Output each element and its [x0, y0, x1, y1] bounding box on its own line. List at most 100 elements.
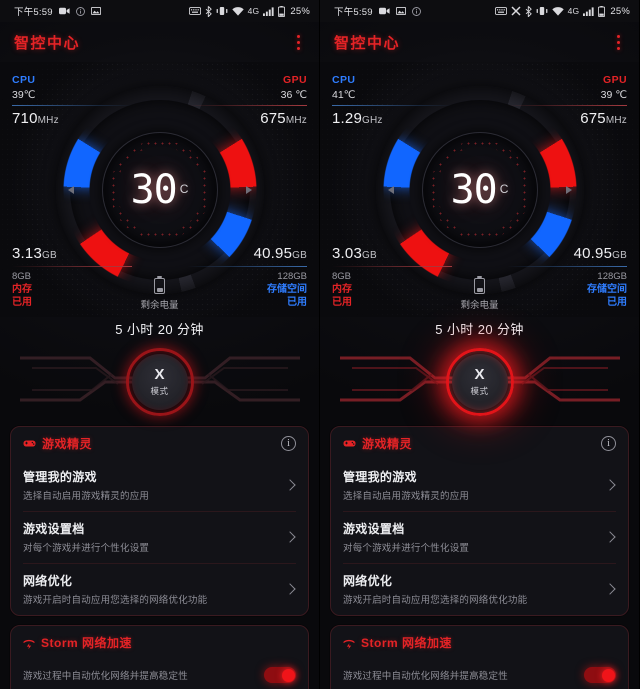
memory-used-unit: GB — [42, 250, 57, 261]
temperature-dial: 30 C — [421, 131, 538, 248]
row-subtitle: 对每个游戏并进行个性化设置 — [343, 543, 470, 554]
storage-used-unit: GB — [292, 250, 307, 261]
bluetooth-icon — [525, 5, 532, 17]
row-subtitle: 选择自动启用游戏精灵的应用 — [343, 491, 470, 502]
settings-cards: 游戏精灵 i 管理我的游戏 选择自动启用游戏精灵的应用 游戏设置档 对每个游戏并… — [320, 426, 639, 689]
gpu-divider — [507, 105, 627, 106]
x-mode-button[interactable]: X 模式 — [125, 348, 194, 416]
cpu-divider — [332, 105, 452, 106]
row-storm-toggle[interactable]: 游戏过程中自动优化网络并提高稳定性 — [343, 659, 616, 689]
stat-cpu: CPU 39℃ 710MHz — [12, 74, 132, 127]
overflow-menu-icon[interactable] — [289, 32, 307, 52]
signal-bars-icon — [263, 6, 274, 16]
row-network-optimization[interactable]: 网络优化 游戏开启时自动应用您选择的网络优化功能 — [343, 563, 616, 615]
card-game-assistant: 游戏精灵 i 管理我的游戏 选择自动启用游戏精灵的应用 游戏设置档 对每个游戏并… — [330, 426, 629, 616]
status-bar-left: 下午5:59 — [334, 4, 421, 18]
row-title: 游戏设置档 — [343, 522, 405, 536]
app-bar: 智控中心 — [320, 22, 639, 62]
gamepad-icon — [343, 439, 356, 448]
keyboard-icon — [188, 7, 201, 15]
row-game-profiles[interactable]: 游戏设置档 对每个游戏并进行个性化设置 — [23, 511, 296, 563]
battery-remaining-time: 5 小时 20 分钟 — [115, 322, 204, 337]
row-subtitle: 游戏开启时自动应用您选择的网络优化功能 — [343, 595, 528, 606]
info-circle-icon — [411, 6, 421, 16]
cpu-frequency-unit: MHz — [37, 115, 59, 126]
info-icon[interactable]: i — [601, 436, 616, 451]
wifi-icon — [551, 6, 564, 16]
status-bar-left: 下午5:59 — [14, 4, 101, 18]
status-bar: 下午5:59 4G 25% — [320, 0, 639, 22]
card-title: 游戏精灵 — [42, 437, 93, 451]
row-game-profiles[interactable]: 游戏设置档 对每个游戏并进行个性化设置 — [343, 511, 616, 563]
chevron-right-icon — [604, 583, 616, 595]
image-icon — [395, 7, 406, 15]
settings-cards: 游戏精灵 i 管理我的游戏 选择自动启用游戏精灵的应用 游戏设置档 对每个游戏并… — [0, 426, 319, 689]
battery-remaining-time: 5 小时 20 分钟 — [435, 322, 524, 337]
memory-used: 3.13GB — [12, 245, 132, 262]
row-network-optimization[interactable]: 网络优化 游戏开启时自动应用您选择的网络优化功能 — [23, 563, 296, 615]
row-text: 网络优化 游戏开启时自动应用您选择的网络优化功能 — [343, 572, 598, 606]
keyboard-icon — [494, 7, 507, 15]
gpu-divider — [187, 105, 307, 106]
battery-icon — [278, 5, 286, 17]
status-time: 下午5:59 — [14, 7, 53, 18]
x-mode-icon — [511, 6, 521, 16]
status-bar-right: 4G 25% — [188, 5, 310, 17]
vibrate-icon — [536, 6, 548, 16]
card-title: Storm 网络加速 — [41, 636, 133, 650]
row-text: 游戏过程中自动优化网络并提高稳定性 — [23, 668, 256, 682]
memory-divider — [12, 266, 132, 267]
storage-used-value: 40.95 — [253, 245, 293, 262]
cpu-frequency-value: 710 — [12, 110, 38, 127]
app-background: 下午5:59 — [0, 0, 319, 689]
row-manage-games[interactable]: 管理我的游戏 选择自动启用游戏精灵的应用 — [343, 460, 616, 511]
storm-toggle[interactable] — [264, 667, 296, 683]
battery-block: 剩余电量 — [90, 276, 230, 311]
stat-gpu: GPU 39 ℃ 675MHz — [507, 74, 627, 127]
chevron-right-icon — [604, 531, 616, 543]
row-storm-toggle[interactable]: 游戏过程中自动优化网络并提高稳定性 — [23, 659, 296, 689]
info-circle-icon — [75, 6, 85, 16]
storage-used-value: 40.95 — [573, 245, 613, 262]
gpu-label: GPU — [603, 74, 627, 86]
caret-left-icon — [387, 185, 394, 194]
x-mode-button[interactable]: X 模式 — [445, 348, 514, 416]
gpu-frequency: 675MHz — [507, 110, 627, 127]
gpu-temp: 36 ℃ — [280, 89, 307, 101]
wifi-icon — [231, 6, 244, 16]
overflow-menu-icon[interactable] — [609, 32, 627, 52]
x-mode-ring — [445, 348, 514, 416]
storage-used: 40.95GB — [507, 245, 627, 262]
storage-used-unit: GB — [612, 250, 627, 261]
row-manage-games[interactable]: 管理我的游戏 选择自动启用游戏精灵的应用 — [23, 460, 296, 511]
phone-screenshot-right: 下午5:59 4G 25% 智控中心 30 C CPU 41℃ 1.29GHz … — [320, 0, 640, 689]
temperature-readout: 30 C — [451, 170, 509, 210]
caret-right-icon — [565, 185, 572, 194]
x-mode-section: X 模式 — [320, 338, 639, 426]
row-title: 网络优化 — [23, 574, 73, 588]
page-title: 智控中心 — [334, 34, 401, 52]
row-text: 游戏过程中自动优化网络并提高稳定性 — [343, 668, 576, 682]
chevron-right-icon — [284, 531, 296, 543]
status-time: 下午5:59 — [334, 7, 373, 18]
battery-block: 剩余电量 — [410, 276, 550, 311]
row-subtitle: 游戏过程中自动优化网络并提高稳定性 — [343, 671, 508, 682]
cpu-frequency-unit: GHz — [362, 115, 383, 126]
battery-level-icon — [154, 276, 165, 294]
info-icon[interactable]: i — [281, 436, 296, 451]
storage-used: 40.95GB — [187, 245, 307, 262]
image-icon — [90, 7, 101, 15]
memory-used-value: 3.03 — [332, 245, 362, 262]
battery-caption: 剩余电量 — [140, 300, 179, 311]
cpu-label: CPU — [12, 74, 36, 86]
memory-used-unit: GB — [362, 250, 377, 261]
gpu-frequency: 675MHz — [187, 110, 307, 127]
storm-toggle[interactable] — [584, 667, 616, 683]
gpu-frequency-unit: MHz — [605, 115, 627, 126]
temperature-value: 30 — [450, 166, 498, 213]
row-text: 管理我的游戏 选择自动启用游戏精灵的应用 — [343, 468, 598, 502]
row-subtitle: 游戏开启时自动应用您选择的网络优化功能 — [23, 595, 208, 606]
temperature-value: 30 — [130, 166, 178, 213]
video-recorder-icon — [378, 7, 390, 15]
gamepad-icon — [23, 439, 36, 448]
